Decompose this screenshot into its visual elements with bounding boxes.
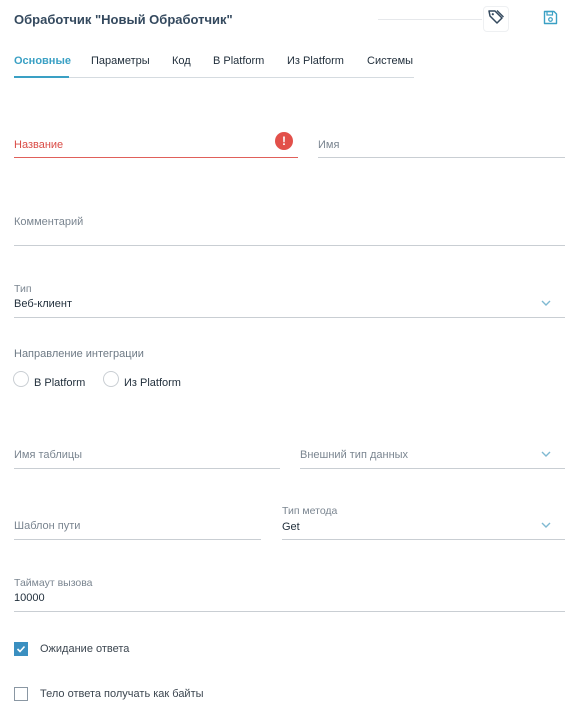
tab-code[interactable]: Код — [172, 55, 191, 67]
type-value: Веб-клиент — [14, 298, 73, 310]
type-label: Тип — [14, 283, 32, 295]
direction-label: Направление интеграции — [14, 348, 144, 360]
radio-from-platform[interactable] — [103, 371, 119, 387]
id-placeholder: Имя — [318, 139, 340, 151]
tab-to-platform[interactable]: В Platform — [213, 55, 264, 67]
chevron-down-icon — [541, 522, 551, 528]
tab-from-platform[interactable]: Из Platform — [287, 55, 344, 67]
active-tab-indicator — [14, 76, 69, 78]
save-icon — [543, 10, 558, 30]
radio-to-platform-label: В Platform — [34, 377, 86, 389]
table-name-field[interactable]: Имя таблицы — [14, 440, 280, 469]
method-select[interactable]: Тип метода Get — [282, 504, 565, 540]
radio-to-platform[interactable] — [13, 371, 29, 387]
tags-button[interactable] — [483, 6, 509, 32]
tab-bar: Основные Параметры Код В Platform Из Pla… — [14, 50, 414, 78]
external-type-placeholder: Внешний тип данных — [300, 449, 409, 461]
name-field[interactable]: Название — [14, 130, 298, 158]
name-placeholder: Название — [14, 139, 64, 151]
wait-response-label: Ожидание ответа — [40, 643, 130, 655]
timeout-field[interactable]: Таймаут вызова 10000 — [14, 576, 565, 612]
page-title: Обработчик "Новый Обработчик" — [14, 12, 233, 27]
timeout-value: 10000 — [14, 592, 45, 604]
path-template-field[interactable]: Шаблон пути — [14, 511, 261, 540]
timeout-label: Таймаут вызова — [14, 577, 93, 589]
error-icon: ! — [275, 132, 293, 150]
external-type-select[interactable]: Внешний тип данных — [300, 440, 565, 469]
chevron-down-icon — [541, 300, 551, 306]
table-name-placeholder: Имя таблицы — [14, 449, 83, 461]
comment-placeholder: Комментарий — [14, 216, 84, 228]
comment-field[interactable]: Комментарий — [14, 208, 565, 246]
tag-icon — [487, 8, 505, 31]
title-divider — [378, 19, 482, 20]
save-button[interactable] — [540, 10, 560, 30]
type-select[interactable]: Тип Веб-клиент — [14, 282, 565, 318]
id-field[interactable]: Имя — [318, 130, 565, 158]
method-value: Get — [282, 521, 300, 533]
method-label: Тип метода — [282, 505, 338, 517]
radio-from-platform-label: Из Platform — [124, 377, 181, 389]
body-as-bytes-checkbox[interactable] — [14, 687, 28, 701]
tab-systems[interactable]: Системы — [367, 55, 413, 67]
wait-response-checkbox[interactable] — [14, 642, 28, 656]
tab-parameters[interactable]: Параметры — [91, 55, 150, 67]
body-as-bytes-label: Тело ответа получать как байты — [40, 688, 204, 700]
tab-main[interactable]: Основные — [14, 55, 71, 67]
path-template-placeholder: Шаблон пути — [14, 520, 81, 532]
check-icon — [16, 645, 26, 653]
chevron-down-icon — [541, 451, 551, 457]
